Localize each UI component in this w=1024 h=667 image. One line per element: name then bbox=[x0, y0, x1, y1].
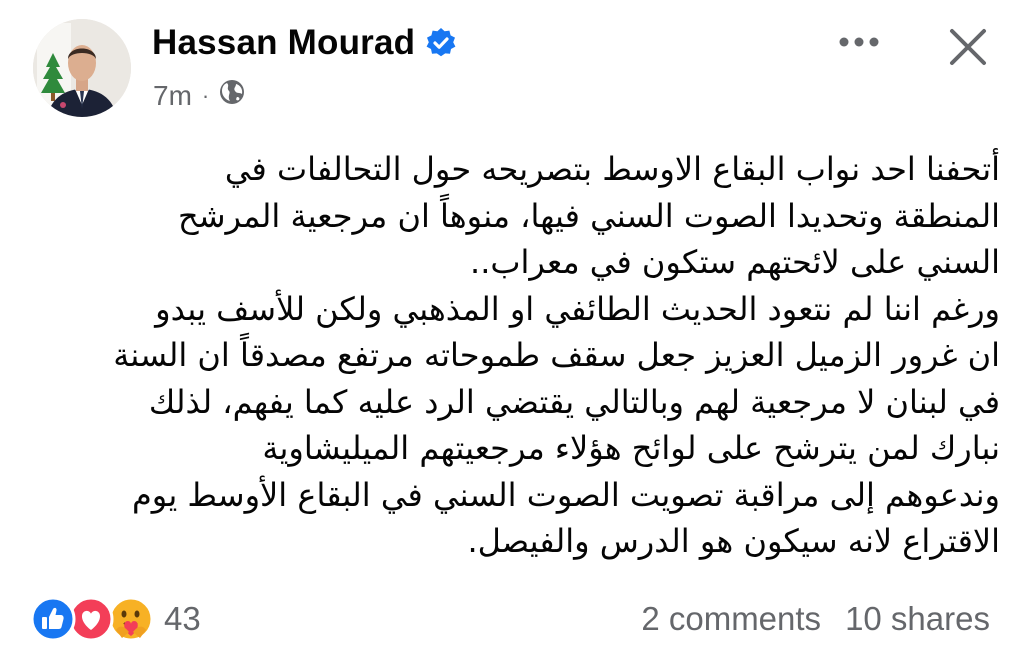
comments-count-link[interactable]: 2 comments bbox=[641, 600, 821, 638]
care-icon bbox=[108, 596, 154, 642]
post-timestamp[interactable]: 7m bbox=[153, 80, 192, 112]
post-text-line: ورغم اننا لم نتعود الحديث الطائفي او الم… bbox=[155, 289, 1000, 328]
close-button[interactable] bbox=[946, 25, 990, 73]
post-text-line: المنطقة وتحديدا الصوت السني فيها، منوهاً… bbox=[178, 196, 1000, 235]
like-icon bbox=[30, 596, 76, 642]
post-stats: 2 comments 10 shares bbox=[641, 600, 990, 638]
author-name[interactable]: Hassan Mourad bbox=[152, 23, 415, 63]
post-text: أتحفنا احد نواب البقاع الاوسط بتصريحه حو… bbox=[20, 146, 1000, 565]
globe-icon[interactable] bbox=[218, 78, 246, 113]
post-text-line: أتحفنا احد نواب البقاع الاوسط بتصريحه حو… bbox=[224, 150, 1000, 188]
reactions-summary[interactable]: 43 bbox=[30, 596, 201, 642]
reaction-count: 43 bbox=[164, 600, 201, 637]
post-text-line: السني على لائحتهم ستكون في معراب.. bbox=[470, 243, 1000, 281]
post-text-line: نبارك لمن يترشح على لوائح هؤلاء مرجعيتهم… bbox=[262, 429, 1000, 467]
post-text-line: الاقتراع لانه سيكون هو الدرس والفيصل. bbox=[467, 522, 1000, 560]
verified-badge-icon bbox=[425, 27, 457, 59]
shares-count-link[interactable]: 10 shares bbox=[845, 600, 990, 638]
post-meta: 7m · bbox=[153, 78, 246, 113]
post-text-line: في لبنان لا مرجعية لهم وبالتالي يقتضي ال… bbox=[148, 382, 1000, 421]
close-icon bbox=[950, 29, 986, 65]
post-text-line: وندعوهم إلى مراقبة تصويت الصوت السني في … bbox=[131, 475, 1000, 514]
post-text-line: ان غرور الزميل العزيز جعل سقف طموحاته مر… bbox=[113, 336, 1000, 374]
post-header: Hassan Mourad bbox=[152, 23, 457, 63]
more-options-button[interactable] bbox=[836, 32, 882, 56]
meta-separator: · bbox=[201, 82, 210, 108]
author-avatar[interactable] bbox=[33, 19, 131, 117]
